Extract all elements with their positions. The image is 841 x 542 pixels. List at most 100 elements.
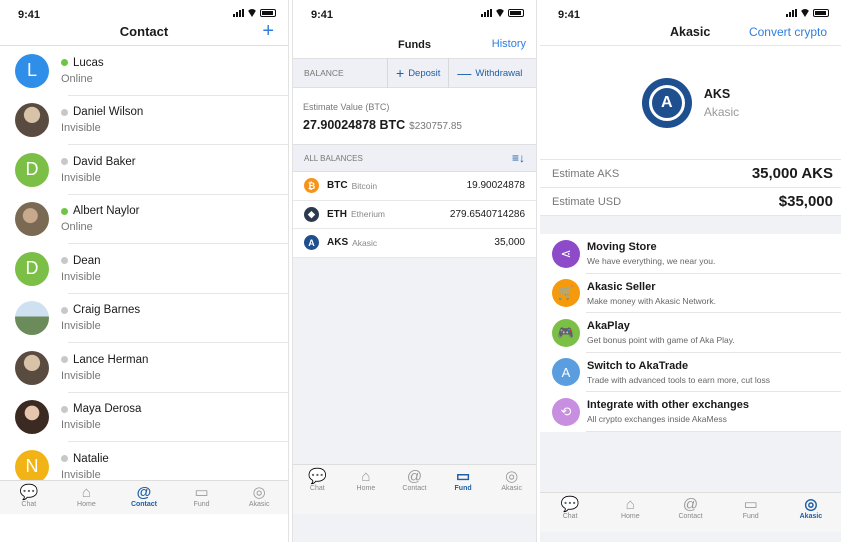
contact-icon: @	[406, 468, 423, 485]
feature-text: Akasic Seller Make money with Akasic Netw…	[587, 281, 716, 306]
tab-label: Chat	[562, 513, 578, 520]
feature-item[interactable]: ⋖ Moving Store We have everything, we near…	[540, 234, 841, 274]
contact-row[interactable]: D David Baker Invisible	[0, 145, 288, 195]
tab-label: Akasic	[501, 485, 522, 492]
feature-text: Integrate with other exchanges All crypto…	[587, 399, 749, 424]
tab-label: Akasic	[248, 501, 270, 508]
convert-crypto-button[interactable]: Convert crypto	[749, 25, 827, 39]
coin-list: ₿ BTC Bitcoin 19.90024878 ◆ ETH Etherium 279.65…	[293, 172, 536, 258]
coin-row[interactable]: A AKS Akasic 35,000	[293, 229, 536, 258]
balance-bar: BALANCE + Deposit — Withdrawal	[293, 58, 536, 88]
feature-item[interactable]: 🛒 Akasic Seller Make money with Akasic Net…	[540, 274, 841, 314]
coin-symbol: ETH	[327, 208, 347, 220]
chat-icon: 💬	[307, 468, 327, 485]
estimate-aks-row: Estimate AKS 35,000 AKS	[540, 160, 841, 188]
tab-fund[interactable]: ▭ Fund	[173, 481, 231, 514]
contact-row[interactable]: Craig Barnes Invisible	[0, 294, 288, 344]
aks-icon: A	[304, 235, 319, 251]
tab-akasic[interactable]: ◎ Akasic	[487, 465, 536, 514]
coin-row[interactable]: ₿ BTC Bitcoin 19.90024878	[293, 172, 536, 201]
feature-subtitle: Get bonus point with game of Aka Play.	[587, 335, 735, 346]
tab-akasic[interactable]: ◎ Akasic	[230, 481, 288, 514]
tab-contact[interactable]: @ Contact	[390, 465, 439, 514]
presence-dot	[61, 59, 68, 67]
status-time: 9:41	[558, 9, 581, 21]
tab-chat[interactable]: 💬 Chat	[293, 465, 342, 514]
contact-status: Invisible	[61, 122, 101, 135]
sort-icon[interactable]: ≡↓	[512, 151, 525, 165]
tab-contact[interactable]: @ Contact	[660, 493, 720, 532]
contact-screen: 9:41 Contact + L Lucas Online Daniel Wilson…	[0, 0, 289, 542]
tab-home[interactable]: ⌂ Home	[58, 481, 116, 514]
akasic-icon: ◎	[252, 484, 266, 501]
contact-status: Online	[61, 221, 93, 234]
tab-label: Contact	[402, 485, 427, 492]
add-contact-button[interactable]: +	[262, 20, 274, 43]
feature-subtitle: All crypto exchanges inside AkaMess	[587, 414, 727, 425]
contact-row[interactable]: Lance Herman Invisible	[0, 343, 288, 393]
contact-info: Craig Barnes Invisible	[61, 304, 140, 332]
wifi-icon	[247, 9, 257, 17]
coin-symbol: BTC	[327, 180, 348, 192]
contact-info: Dean Invisible	[61, 255, 101, 283]
tab-home[interactable]: ⌂ Home	[342, 465, 391, 514]
contact-name: Maya Derosa	[73, 403, 142, 416]
coin-amount: 35,000	[494, 237, 525, 249]
feature-item[interactable]: ⟲ Integrate with other exchanges All crypt…	[540, 392, 841, 432]
page-title: Akasic	[670, 25, 711, 39]
funds-screen: 9:41 Funds History BALANCE + Deposit — W…	[292, 0, 537, 542]
contact-row[interactable]: D Dean Invisible	[0, 244, 288, 294]
tab-akasic[interactable]: ◎ Akasic	[781, 493, 841, 532]
cart-icon: 🛒	[552, 279, 580, 308]
tab-label: Home	[620, 513, 640, 520]
estimate-aks-label: Estimate AKS	[552, 167, 620, 180]
feature-title: Switch to AkaTrade	[587, 359, 689, 372]
status-bar: 9:41	[0, 0, 288, 22]
feature-text: Moving Store We have everything, we near …	[587, 241, 715, 266]
tab-chat[interactable]: 💬 Chat	[540, 493, 600, 532]
tab-contact[interactable]: @ Contact	[115, 481, 173, 514]
withdrawal-button[interactable]: — Withdrawal	[448, 58, 530, 88]
avatar	[15, 202, 49, 237]
tab-home[interactable]: ⌂ Home	[600, 493, 660, 532]
contact-name-line: Natalie	[61, 453, 109, 465]
contact-status: Invisible	[61, 369, 101, 382]
tab-chat[interactable]: 💬 Chat	[0, 481, 58, 514]
coin-hero: A AKS Akasic	[540, 46, 841, 160]
status-icons	[233, 9, 276, 17]
eth-icon: ◆	[304, 206, 319, 222]
contact-name: David Baker	[73, 155, 136, 168]
coin-row[interactable]: ◆ ETH Etherium 279.6540714286	[293, 200, 536, 229]
feature-text: Switch to AkaTrade Trade with advanced to…	[587, 360, 770, 385]
contact-row[interactable]: L Lucas Online	[0, 46, 288, 96]
presence-dot	[61, 306, 68, 314]
estimate-usd: $230757.85	[409, 121, 462, 132]
deposit-button[interactable]: + Deposit	[387, 58, 448, 88]
history-button[interactable]: History	[492, 38, 526, 50]
tab-label: Akasic	[799, 513, 823, 520]
chat-icon: 💬	[560, 496, 580, 513]
akatrade-icon: A	[552, 358, 580, 387]
contact-name: Daniel Wilson	[73, 106, 144, 119]
contact-row[interactable]: Daniel Wilson Invisible	[0, 96, 288, 146]
estimate-btc-value: 27.90024878 BTC	[303, 118, 406, 132]
contact-row[interactable]: Albert Naylor Online	[0, 195, 288, 245]
tab-fund[interactable]: ▭ Fund	[721, 493, 781, 532]
contact-name-line: Craig Barnes	[61, 304, 140, 316]
contact-name: Craig Barnes	[73, 304, 141, 317]
wallet-icon: ▭	[455, 468, 471, 485]
feature-item[interactable]: A Switch to AkaTrade Trade with advanced t…	[540, 353, 841, 393]
contact-row[interactable]: Maya Derosa Invisible	[0, 393, 288, 443]
feature-title: AkaPlay	[587, 320, 630, 333]
status-icons	[481, 9, 524, 17]
contact-name: Lance Herman	[73, 353, 149, 366]
section-gap	[540, 216, 841, 234]
tab-label: Home	[77, 501, 96, 508]
tab-fund[interactable]: ▭ Fund	[439, 465, 488, 514]
feature-item[interactable]: 🎮 AkaPlay Get bonus point with game of Aka…	[540, 313, 841, 353]
contact-info: David Baker Invisible	[61, 156, 136, 184]
withdrawal-label: Withdrawal	[475, 67, 523, 79]
minus-icon: —	[457, 65, 472, 81]
contact-name-line: Maya Derosa	[61, 403, 141, 415]
tab-bar: 💬 Chat ⌂ Home @ Contact ▭ Fund ◎ Akasic	[293, 464, 536, 514]
